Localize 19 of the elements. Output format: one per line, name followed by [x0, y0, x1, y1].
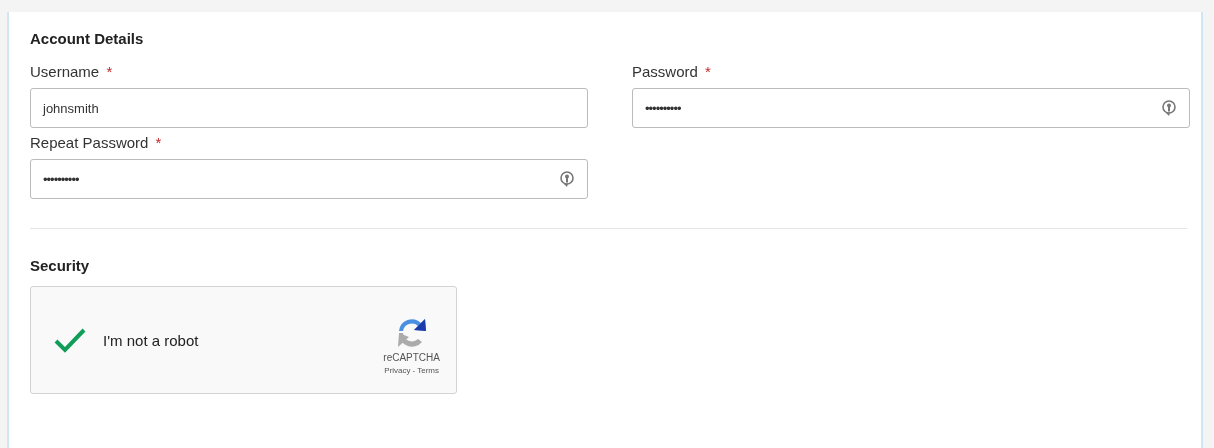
required-mark: *: [155, 134, 162, 151]
required-mark: *: [106, 63, 113, 80]
field-label: Repeat Password: [30, 134, 149, 151]
section-heading: Account Details: [30, 30, 145, 47]
key-icon[interactable]: [559, 170, 575, 188]
password-field[interactable]: ••••••••••: [30, 159, 588, 199]
field-label: Password: [632, 63, 698, 80]
required-mark: *: [705, 63, 711, 80]
terms-link[interactable]: Terms: [417, 366, 439, 375]
separator-text: -: [412, 366, 416, 375]
checkmark-icon[interactable]: [53, 326, 87, 354]
input-field[interactable]: johnsmith: [30, 88, 588, 128]
privacy-link[interactable]: Privacy: [384, 366, 411, 375]
password-field[interactable]: ••••••••••: [632, 88, 1190, 128]
section-heading: Security: [30, 257, 91, 274]
field-label: Username: [30, 63, 100, 80]
captcha-label: I'm not a robot: [103, 331, 199, 349]
brand-text: reCAPTCHA: [383, 352, 440, 363]
key-icon[interactable]: [1161, 99, 1177, 117]
